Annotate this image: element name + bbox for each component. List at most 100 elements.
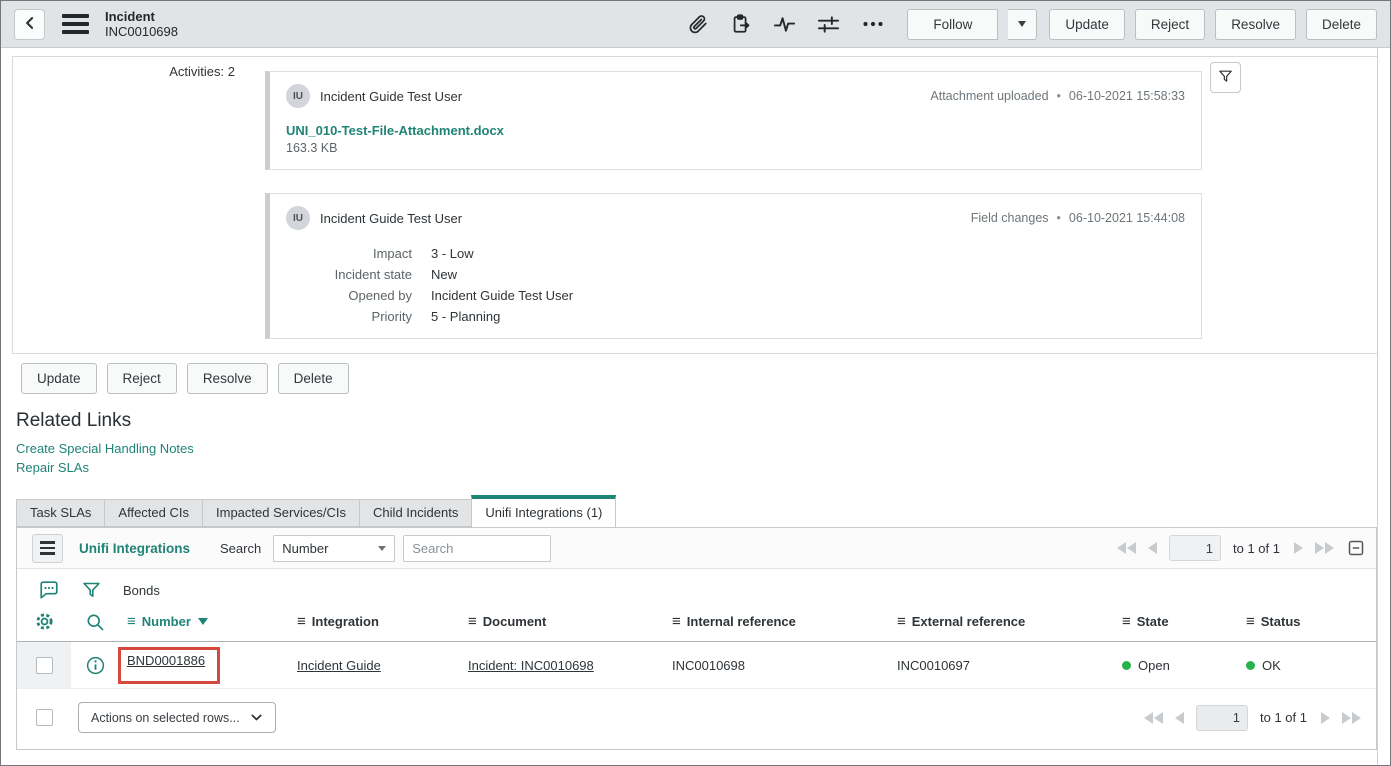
activity-card-attachment: IU Incident Guide Test User Attachment u… bbox=[265, 71, 1202, 170]
tab-child-incidents[interactable]: Child Incidents bbox=[359, 499, 471, 527]
next-page-icon[interactable] bbox=[1321, 712, 1330, 724]
delete-button[interactable]: Delete bbox=[1306, 9, 1377, 40]
column-header-integration[interactable]: ≡Integration bbox=[289, 613, 460, 630]
first-page-icon[interactable] bbox=[1144, 712, 1163, 724]
column-header-state[interactable]: ≡State bbox=[1114, 613, 1238, 630]
filter-funnel-icon[interactable] bbox=[81, 580, 102, 601]
previous-page-icon[interactable] bbox=[1175, 712, 1184, 724]
related-links-section: Related Links Create Special Handling No… bbox=[16, 410, 1390, 474]
page-range-label: to 1 of 1 bbox=[1233, 541, 1280, 556]
tab-unifi-integrations[interactable]: Unifi Integrations (1) bbox=[471, 495, 616, 528]
last-page-icon[interactable] bbox=[1342, 712, 1361, 724]
document-link[interactable]: Incident: INC0010698 bbox=[468, 658, 594, 673]
previous-page-icon[interactable] bbox=[1148, 542, 1157, 554]
attachment-file-size: 163.3 KB bbox=[286, 141, 1185, 155]
info-icon[interactable] bbox=[71, 655, 119, 676]
resolve-button[interactable]: Resolve bbox=[1215, 9, 1296, 40]
page-number-input[interactable] bbox=[1169, 535, 1221, 561]
list-footer: Actions on selected rows... to 1 of 1 bbox=[17, 689, 1376, 749]
page-range-label: to 1 of 1 bbox=[1260, 710, 1307, 725]
column-header-status[interactable]: ≡Status bbox=[1238, 613, 1376, 630]
follow-button[interactable]: Follow bbox=[907, 9, 998, 40]
funnel-icon bbox=[1217, 68, 1234, 88]
record-title: Incident INC0010698 bbox=[105, 9, 178, 39]
back-button[interactable] bbox=[14, 9, 45, 40]
field-label: Incident state bbox=[286, 267, 412, 282]
page-number-input[interactable] bbox=[1196, 705, 1248, 731]
attachment-file-link[interactable]: UNI_010-Test-File-Attachment.docx bbox=[286, 123, 504, 138]
comments-icon[interactable] bbox=[38, 579, 60, 601]
related-lists-tabbar: Task SLAs Affected CIs Impacted Services… bbox=[16, 495, 1390, 527]
list-context-menu-icon[interactable] bbox=[32, 534, 63, 563]
related-link-create-special-handling-notes[interactable]: Create Special Handling Notes bbox=[16, 442, 1390, 455]
column-menu-icon: ≡ bbox=[127, 613, 136, 630]
search-field-select[interactable]: Number bbox=[273, 535, 395, 562]
field-changes-list: Impact 3 - Low Incident state New Opened… bbox=[286, 246, 1185, 324]
integration-link[interactable]: Incident Guide bbox=[297, 658, 381, 673]
last-page-icon[interactable] bbox=[1315, 542, 1334, 554]
record-number: INC0010698 bbox=[105, 24, 178, 39]
tab-affected-cis[interactable]: Affected CIs bbox=[104, 499, 202, 527]
tab-impacted-services-cis[interactable]: Impacted Services/CIs bbox=[202, 499, 359, 527]
table-row: BND0001886 Incident Guide Incident: INC0… bbox=[17, 642, 1376, 689]
update-button[interactable]: Update bbox=[1049, 9, 1125, 40]
form-header-bar: Incident INC0010698 Follow Update Reject… bbox=[1, 1, 1390, 48]
reject-button[interactable]: Reject bbox=[107, 363, 177, 394]
activity-timestamp: 06-10-2021 15:58:33 bbox=[1069, 89, 1185, 103]
reject-button[interactable]: Reject bbox=[1135, 9, 1205, 40]
personalize-sliders-icon[interactable] bbox=[817, 13, 840, 36]
paperclip-icon[interactable] bbox=[687, 13, 709, 35]
avatar: IU bbox=[286, 84, 310, 108]
column-header-document[interactable]: ≡Document bbox=[460, 613, 664, 630]
column-menu-icon: ≡ bbox=[1122, 613, 1131, 630]
list-header: Unifi Integrations Search Number to 1 of… bbox=[17, 528, 1376, 569]
tab-task-slas[interactable]: Task SLAs bbox=[16, 499, 104, 527]
chevron-left-icon bbox=[21, 14, 39, 35]
actions-on-selected-rows-select[interactable]: Actions on selected rows... bbox=[78, 702, 276, 733]
resolve-button[interactable]: Resolve bbox=[187, 363, 268, 394]
related-links-title: Related Links bbox=[16, 410, 1390, 432]
field-label: Impact bbox=[286, 246, 412, 261]
activity-event-type: Field changes bbox=[971, 211, 1049, 225]
clipboard-export-icon[interactable] bbox=[730, 13, 752, 35]
update-button[interactable]: Update bbox=[21, 363, 97, 394]
bond-number-link[interactable]: BND0001886 bbox=[127, 653, 205, 668]
activity-card-field-changes: IU Incident Guide Test User Field change… bbox=[265, 193, 1202, 339]
actions-select-placeholder: Actions on selected rows... bbox=[91, 711, 240, 725]
first-page-icon[interactable] bbox=[1117, 542, 1136, 554]
activity-filter-button[interactable] bbox=[1210, 62, 1241, 93]
follow-dropdown-button[interactable] bbox=[1008, 9, 1037, 40]
bullet-separator bbox=[1049, 211, 1069, 225]
record-type: Incident bbox=[105, 9, 178, 24]
form-context-menu-icon[interactable] bbox=[62, 14, 89, 34]
status-value: OK bbox=[1238, 658, 1376, 673]
list-pagination-top: to 1 of 1 bbox=[1117, 535, 1364, 561]
collapse-list-icon[interactable] bbox=[1348, 540, 1364, 556]
gear-icon[interactable] bbox=[17, 611, 71, 632]
activities-label: Activities: 2 bbox=[13, 57, 239, 353]
activity-event-type: Attachment uploaded bbox=[930, 89, 1048, 103]
more-options-icon[interactable] bbox=[861, 12, 885, 36]
status-dot-icon bbox=[1246, 661, 1255, 670]
column-header-internal-reference[interactable]: ≡Internal reference bbox=[664, 613, 889, 630]
column-header-external-reference[interactable]: ≡External reference bbox=[889, 613, 1114, 630]
activity-stream: IU Incident Guide Test User Attachment u… bbox=[265, 57, 1202, 353]
form-button-row: Update Reject Resolve Delete bbox=[21, 363, 1390, 394]
select-all-checkbox[interactable] bbox=[36, 709, 53, 726]
related-link-repair-slas[interactable]: Repair SLAs bbox=[16, 461, 1390, 474]
activity-stream-icon[interactable] bbox=[773, 13, 796, 36]
bullet-separator bbox=[1049, 89, 1069, 103]
delete-button[interactable]: Delete bbox=[278, 363, 349, 394]
field-label: Opened by bbox=[286, 288, 412, 303]
chevron-down-icon bbox=[378, 546, 386, 551]
search-icon[interactable] bbox=[71, 612, 119, 632]
list-search-input[interactable] bbox=[403, 535, 551, 562]
field-label: Priority bbox=[286, 309, 412, 324]
activity-timestamp: 06-10-2021 15:44:08 bbox=[1069, 211, 1185, 225]
search-label: Search bbox=[220, 541, 261, 556]
list-pagination-bottom: to 1 of 1 bbox=[1144, 705, 1361, 731]
next-page-icon[interactable] bbox=[1294, 542, 1303, 554]
column-header-number[interactable]: ≡Number bbox=[119, 613, 289, 630]
activities-section: Activities: 2 IU Incident Guide Test Use… bbox=[12, 56, 1378, 354]
row-checkbox[interactable] bbox=[36, 657, 53, 674]
